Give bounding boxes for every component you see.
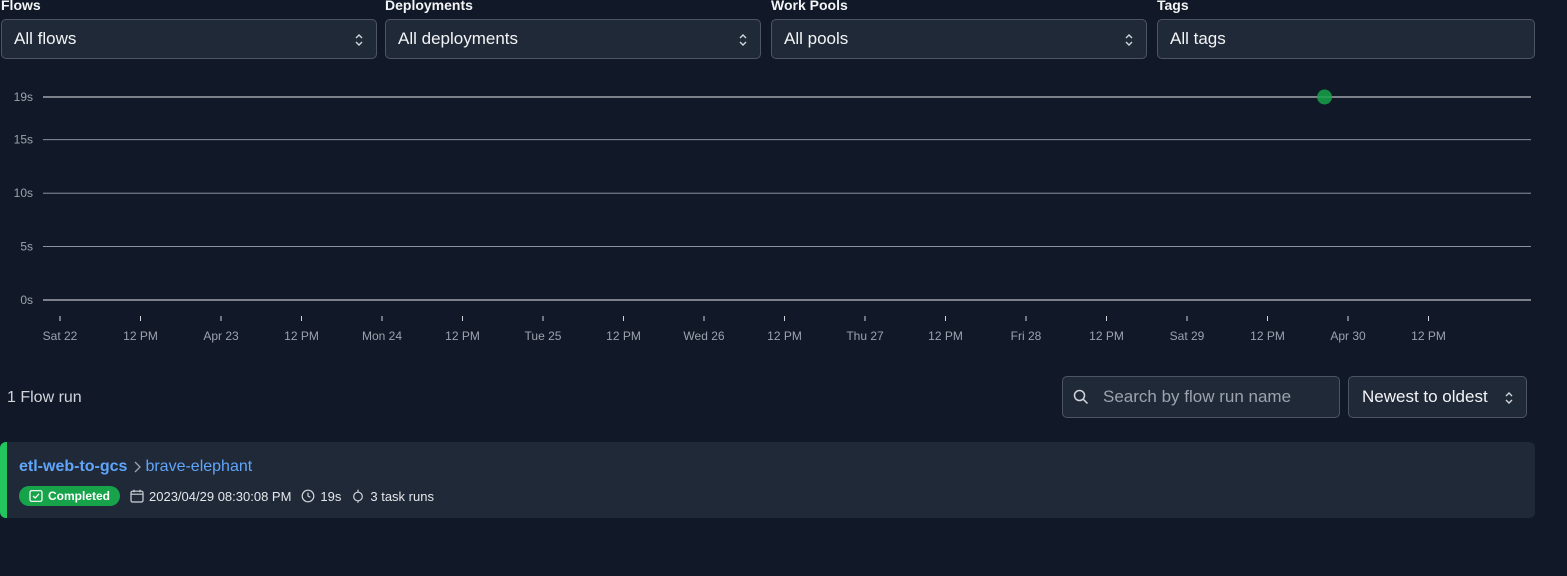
x-tick-label: Mon 24 (362, 329, 402, 343)
flows-select[interactable]: All flows (1, 19, 377, 59)
clock-icon (302, 489, 315, 503)
flow-run-meta: Completed 2023/04/29 08:30:08 PM 19s 3 t… (19, 486, 434, 506)
chevron-up-down-icon (355, 34, 363, 46)
chevron-up-down-icon (739, 34, 747, 46)
data-point (1317, 89, 1333, 105)
x-tick-label: 12 PM (284, 329, 319, 343)
x-tick-label: 12 PM (123, 329, 158, 343)
x-tick-label: Fri 28 (1011, 329, 1042, 343)
status-badge: Completed (19, 486, 121, 506)
deployments-filter-label: Deployments (385, 0, 473, 13)
x-tick-label: 12 PM (445, 329, 480, 343)
task-run-icon (353, 489, 364, 503)
x-tick-label: Thu 27 (846, 329, 884, 343)
y-tick-label: 0s (20, 293, 33, 307)
work-pools-select-value: All pools (784, 29, 849, 48)
x-tick-label: Wed 26 (683, 329, 724, 343)
work-pools-select[interactable]: All pools (771, 19, 1147, 59)
deployments-select[interactable]: All deployments (385, 19, 761, 59)
chevron-up-down-icon (1505, 392, 1513, 404)
x-tick-label: 12 PM (1411, 329, 1446, 343)
x-tick-label: 12 PM (1250, 329, 1285, 343)
x-tick-label: Apr 23 (203, 329, 239, 343)
x-tick-label: Apr 30 (1330, 329, 1366, 343)
state-accent-bar (0, 442, 7, 518)
duration: 19s (301, 489, 341, 504)
start-time-text: 2023/04/29 08:30:08 PM (149, 488, 292, 504)
flow-run-card[interactable]: etl-web-to-gcs brave-elephant Completed (0, 442, 1535, 518)
flows-select-value: All flows (14, 29, 77, 48)
flow-run-name-link[interactable]: brave-elephant (145, 457, 252, 477)
duration-text: 19s (320, 488, 342, 504)
task-runs: 3 task runs (351, 489, 434, 504)
work-pools-filter-label: Work Pools (771, 0, 848, 13)
tags-input[interactable]: All tags (1157, 19, 1535, 59)
y-tick-label: 5s (20, 240, 33, 254)
flow-runs-page: Flows All flows Deployments All deployme… (0, 0, 1567, 576)
x-tick-label: 12 PM (1089, 329, 1124, 343)
search-input[interactable] (1101, 386, 1325, 408)
flow-run-title: etl-web-to-gcs brave-elephant (19, 457, 252, 477)
chevron-right-icon (134, 461, 142, 473)
check-square-icon (29, 490, 43, 502)
calendar-icon (130, 489, 144, 503)
sort-select[interactable]: Newest to oldest (1348, 376, 1527, 418)
start-time: 2023/04/29 08:30:08 PM (130, 489, 291, 504)
y-tick-label: 15s (14, 133, 33, 147)
status-badge-label: Completed (48, 489, 111, 503)
flows-filter-label: Flows (1, 0, 41, 13)
y-tick-label: 19s (14, 90, 33, 104)
task-runs-text: 3 task runs (370, 488, 434, 504)
flow-name-link[interactable]: etl-web-to-gcs (19, 457, 127, 477)
x-tick-label: Sat 22 (43, 329, 78, 343)
sort-select-value: Newest to oldest (1362, 387, 1488, 406)
y-tick-label: 10s (14, 186, 33, 200)
chevron-up-down-icon (1125, 34, 1133, 46)
search-icon (1073, 389, 1089, 405)
flow-run-count: 1 Flow run (7, 389, 82, 406)
x-tick-label: 12 PM (928, 329, 963, 343)
tags-input-value: All tags (1170, 29, 1226, 48)
x-tick-label: 12 PM (767, 329, 802, 343)
flow-run-duration-chart: 0s 5s 10s 15s 19s Sat 22 12 PM Apr 23 12 PM Mon 2… (14, 89, 1531, 343)
x-tick-label: Sat 29 (1170, 329, 1205, 343)
x-tick-label: Tue 25 (525, 329, 562, 343)
search-box[interactable] (1062, 376, 1340, 418)
tags-filter-label: Tags (1157, 0, 1189, 13)
deployments-select-value: All deployments (398, 29, 519, 48)
x-tick-label: 12 PM (606, 329, 641, 343)
